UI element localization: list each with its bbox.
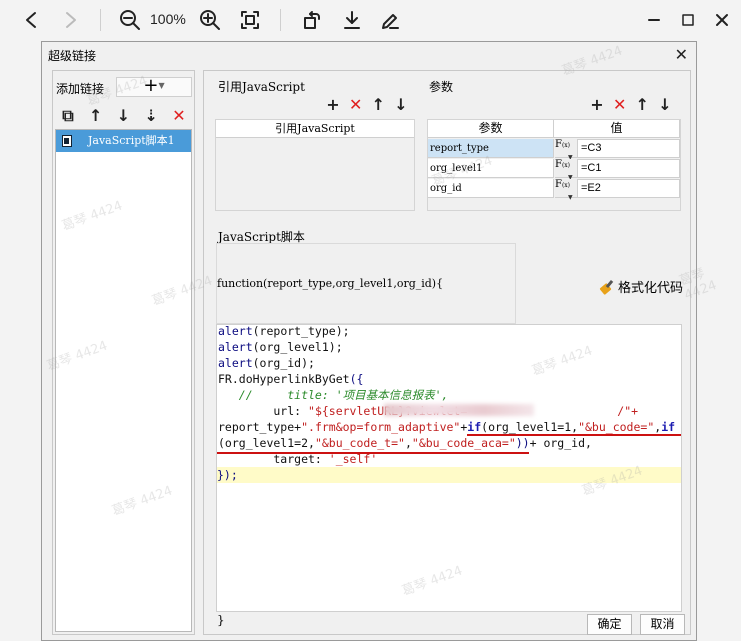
dropdown-arrow-icon: ▼ [568,194,573,201]
fx-label: F [555,159,562,170]
ref-js-table: 引用JavaScript [215,119,415,211]
code-line: alert(org_level1); [218,340,343,354]
move-down-icon[interactable]: ↓ [390,95,412,115]
delete-icon[interactable]: ✕ [609,95,631,115]
formula-button[interactable]: F(x) ▼ [555,159,577,181]
sort-down-icon[interactable]: ⇣ [140,106,162,126]
code-line-current: }); [217,467,681,483]
fx-sub: (x) [561,182,571,189]
param-name-cell[interactable]: report_type [428,139,554,158]
link-detail-panel: 引用JavaScript + ✕ ↑ ↓ 引用JavaScript 参数 + ✕… [203,70,691,635]
format-code-label: 格式化代码 [618,281,684,296]
list-item-javascript-script[interactable]: JavaScript脚本1 [56,130,191,152]
fx-sub: (x) [561,162,571,169]
link-list-panel: 添加链接 +▼ ⧉ ↑ ↓ ⇣ ✕ JavaScript脚本1 [52,70,195,635]
params-toolbar: + ✕ ↑ ↓ [586,95,676,115]
move-down-icon[interactable]: ↓ [654,95,676,115]
params-table: 参数 值 report_type F(x) ▼ =C3 org_level1 F(… [427,119,681,211]
fx-sub: (x) [561,142,571,149]
script-file-icon [62,135,72,147]
code-line: FR.doHyperlinkByGet({ [218,372,364,386]
fx-label: F [555,139,562,150]
minimize-icon[interactable] [644,6,664,34]
link-list: JavaScript脚本1 [55,129,192,632]
list-item-label: JavaScript脚本1 [88,134,175,147]
zoom-level: 100% [150,11,186,27]
code-line: (org_level1=2,"&bu_code_t=","&bu_code_ac… [218,436,592,450]
annotate-pen-icon[interactable] [378,6,402,34]
param-value-header: 值 [554,120,680,138]
params-section-title: 参数 [429,80,454,94]
zoom-in-icon[interactable] [198,6,222,34]
delete-icon[interactable]: ✕ [168,106,190,126]
add-icon[interactable]: + [586,95,608,115]
ok-button[interactable]: 确定 [587,614,632,635]
code-line: // title: '项目基本信息报表', [218,388,449,402]
cancel-button[interactable]: 取消 [640,614,685,635]
move-down-icon[interactable]: ↓ [113,106,135,126]
move-up-icon[interactable]: ↑ [367,95,389,115]
redacted-region [384,404,534,416]
toolbar-divider [280,9,281,31]
viewer-toolbar: 100% [0,0,741,40]
format-code-button[interactable]: 格式化代码 [599,277,683,296]
param-value-cell[interactable]: =C3 [577,139,680,158]
brush-icon [599,279,615,295]
param-value-cell[interactable]: =C1 [577,159,680,178]
code-editor[interactable]: alert(report_type); alert(org_level1); a… [216,324,682,612]
param-name-cell[interactable]: org_level1 [428,159,554,178]
rotate-icon[interactable] [300,6,324,34]
code-line: alert(report_type); [218,324,350,338]
add-icon[interactable]: + [322,95,344,115]
dropdown-arrow-icon: ▼ [158,81,165,90]
hyperlink-dialog: 超级链接 ✕ 添加链接 +▼ ⧉ ↑ ↓ ⇣ ✕ JavaScript脚本1 引… [41,41,697,641]
fx-label: F [555,179,562,190]
copy-icon[interactable]: ⧉ [57,106,79,126]
delete-icon[interactable]: ✕ [345,95,367,115]
code-line: report_type+".frm&op=form_adaptive"+if(o… [218,420,676,434]
move-up-icon[interactable]: ↑ [631,95,653,115]
param-value-cell[interactable]: =E2 [577,179,680,198]
forward-icon[interactable] [60,6,82,34]
zoom-out-icon[interactable] [118,6,142,34]
link-list-toolbar: ⧉ ↑ ↓ ⇣ ✕ [55,105,192,127]
ref-js-toolbar: + ✕ ↑ ↓ [322,95,412,115]
move-up-icon[interactable]: ↑ [85,106,107,126]
plus-icon: + [143,75,159,96]
formula-button[interactable]: F(x) ▼ [555,139,577,161]
function-closing-brace: } [217,613,225,627]
code-line: alert(org_id); [218,356,315,370]
dialog-close-icon[interactable]: ✕ [675,45,688,64]
table-row: org_id F(x) ▼ =E2 [428,179,680,201]
param-name-header: 参数 [428,120,554,138]
window-close-icon[interactable] [712,6,732,34]
table-row: org_level1 F(x) ▼ =C1 [428,159,680,181]
maximize-icon[interactable] [678,6,698,34]
download-icon[interactable] [340,6,364,34]
ref-js-column-header: 引用JavaScript [216,120,414,138]
add-link-label: 添加链接 [56,82,105,96]
table-row: report_type F(x) ▼ =C3 [428,139,680,161]
param-name-cell[interactable]: org_id [428,179,554,198]
fit-page-icon[interactable] [238,6,262,34]
dialog-title: 超级链接 [48,49,97,63]
code-line: target: '_self' [218,452,378,466]
function-signature: function(report_type,org_level1,org_id){ [217,277,444,290]
formula-button[interactable]: F(x) ▼ [555,179,577,201]
toolbar-divider [100,9,101,31]
add-link-dropdown-button[interactable]: +▼ [116,77,192,97]
back-icon[interactable] [20,6,42,34]
ref-js-section-title: 引用JavaScript [218,80,305,94]
function-signature-box: function(report_type,org_level1,org_id){ [216,243,516,324]
